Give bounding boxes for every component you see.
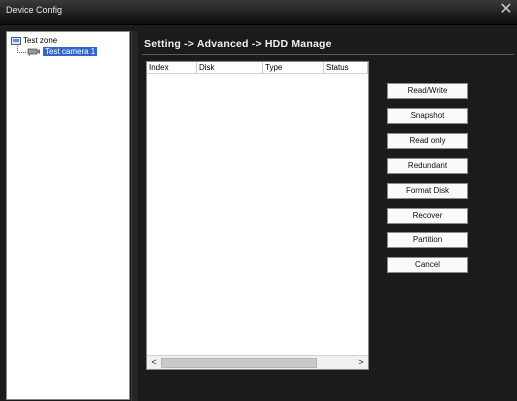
device-tree[interactable]: Test zone Test camera 1: [6, 31, 130, 400]
hdd-table[interactable]: Index Disk Type Status < >: [146, 61, 369, 370]
table-header: Index Disk Type Status: [147, 62, 368, 74]
tree-connector: [17, 46, 26, 53]
close-icon[interactable]: ✕: [499, 2, 513, 18]
breadcrumb: Setting -> Advanced -> HDD Manage: [144, 38, 332, 50]
zone-icon: [11, 37, 21, 46]
scrollbar-thumb[interactable]: [161, 358, 317, 368]
tree-node-label-selected: Test camera 1: [43, 47, 98, 56]
recover-button[interactable]: Recover: [387, 208, 468, 224]
column-header-status[interactable]: Status: [324, 62, 368, 73]
tree-node-label: Test zone: [23, 36, 58, 45]
read-only-button[interactable]: Read only: [387, 133, 468, 149]
tree-node-test-camera-1[interactable]: Test camera 1: [27, 47, 98, 57]
partition-button[interactable]: Partition: [387, 232, 468, 248]
scroll-left-icon[interactable]: <: [148, 356, 160, 369]
tree-node-test-zone[interactable]: Test zone: [11, 36, 58, 46]
camera-icon: [27, 48, 40, 57]
main-panel: Setting -> Advanced -> HDD Manage Index …: [138, 31, 517, 401]
cancel-button[interactable]: Cancel: [387, 257, 468, 273]
column-header-index[interactable]: Index: [147, 62, 197, 73]
redundant-button[interactable]: Redundant: [387, 158, 468, 174]
horizontal-scrollbar[interactable]: < >: [147, 355, 368, 369]
title-bar: Device Config ✕: [0, 0, 517, 25]
window-title: Device Config: [6, 5, 63, 15]
snapshot-button[interactable]: Snapshot: [387, 108, 468, 124]
read-write-button[interactable]: Read/Write: [387, 83, 468, 99]
format-disk-button[interactable]: Format Disk: [387, 183, 468, 199]
column-header-type[interactable]: Type: [263, 62, 324, 73]
breadcrumb-divider: [142, 54, 514, 55]
scroll-right-icon[interactable]: >: [355, 356, 367, 369]
column-header-disk[interactable]: Disk: [197, 62, 263, 73]
